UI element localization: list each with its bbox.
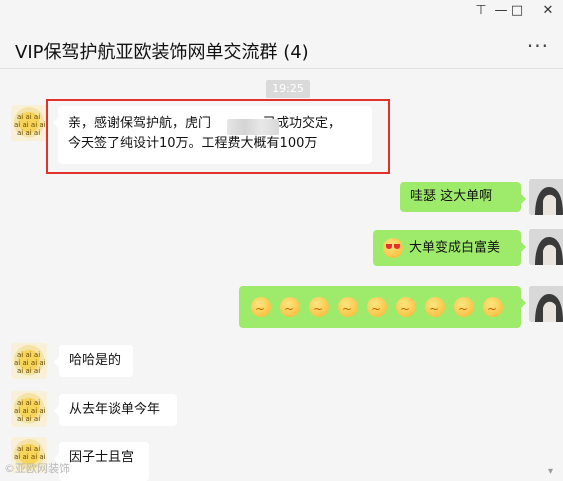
message-bubble[interactable]: 大单变成白富美 (373, 230, 526, 266)
crying-laughing-emoji-icon (483, 297, 503, 319)
message-bubble[interactable]: 因子士且宫 (54, 442, 149, 481)
crying-laughing-emoji-icon (367, 297, 387, 319)
message-bubble[interactable] (239, 286, 526, 328)
watermark: ©亚欧网装饰 (4, 462, 70, 475)
crying-laughing-emoji-icon (425, 297, 445, 319)
svg-text:ai ai ai: ai ai ai (17, 351, 40, 359)
title-bar: ⊤ — □ ✕ VIP保驾护航亚欧装饰网单交流群 (4) ··· (0, 0, 563, 69)
message-text: 大单变成白富美 (409, 240, 501, 256)
crying-laughing-emoji-icon (338, 297, 358, 319)
crying-laughing-emoji-icon (309, 297, 329, 319)
message-text: 哇瑟 这大单啊 (410, 189, 493, 204)
crying-laughing-emoji-icon (251, 297, 271, 319)
scroll-down-icon[interactable]: ▾ (548, 466, 553, 477)
close-button[interactable]: ✕ (538, 3, 558, 19)
avatar[interactable] (529, 286, 563, 322)
chat-title: VIP保驾护航亚欧装饰网单交流群 (4) (15, 42, 309, 63)
message-text: 哈哈是的 (69, 353, 122, 368)
pin-icon[interactable]: ⊤ (471, 3, 491, 19)
avatar[interactable]: ai ai ai ai ai ai ai ai ai ai (11, 343, 47, 379)
svg-text:ai ai ai: ai ai ai (17, 129, 40, 137)
svg-text:ai ai ai: ai ai ai (17, 415, 40, 423)
crying-laughing-emoji-icon (454, 297, 474, 319)
message-bubble[interactable]: 哇瑟 这大单啊 (400, 182, 526, 212)
svg-text:ai ai ai ai: ai ai ai ai (14, 407, 46, 415)
svg-text:ai ai ai: ai ai ai (17, 399, 40, 407)
highlight-box (46, 99, 390, 174)
avatar[interactable]: ai ai ai ai ai ai ai ai ai ai (11, 391, 47, 427)
crying-laughing-emoji-icon (396, 297, 416, 319)
more-options-icon[interactable]: ··· (527, 36, 549, 56)
svg-text:ai ai ai: ai ai ai (17, 445, 40, 453)
message-text: 从去年谈单今年 (69, 402, 161, 417)
svg-text:ai ai ai ai: ai ai ai ai (14, 359, 46, 367)
avatar[interactable]: ai ai ai ai ai ai ai ai ai ai (11, 105, 47, 141)
avatar[interactable] (529, 179, 563, 215)
avatar[interactable] (529, 229, 563, 265)
timestamp: 19:25 (266, 80, 310, 98)
svg-text:ai ai ai: ai ai ai (17, 113, 40, 121)
message-bubble[interactable]: 从去年谈单今年 (54, 394, 177, 426)
maximize-button[interactable]: □ (507, 3, 527, 19)
message-bubble[interactable]: 哈哈是的 (54, 345, 133, 377)
svg-text:ai ai ai ai: ai ai ai ai (14, 121, 46, 129)
heart-eyes-emoji-icon (383, 238, 403, 258)
svg-text:ai ai ai: ai ai ai (17, 367, 40, 375)
message-text: 因子士且宫 (69, 450, 135, 465)
crying-laughing-emoji-icon (280, 297, 300, 319)
